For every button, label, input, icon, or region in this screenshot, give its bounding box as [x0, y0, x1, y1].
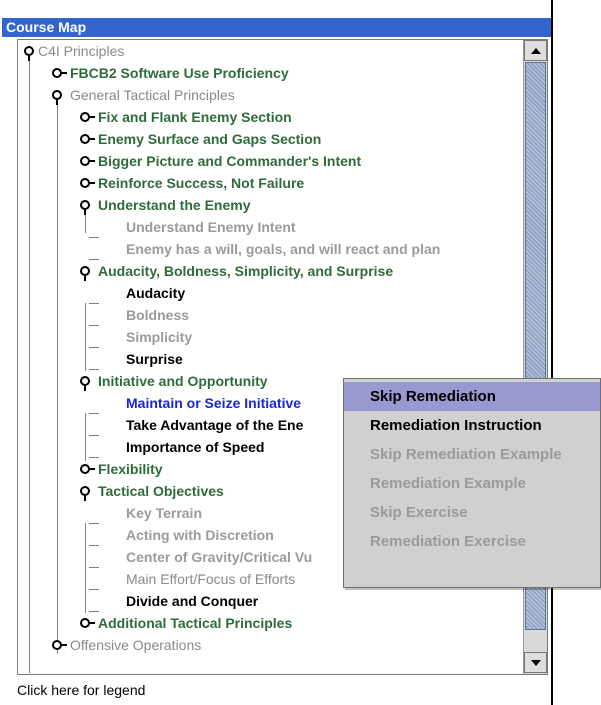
- tree-node-general-tactical[interactable]: General Tactical Principles: [70, 84, 235, 106]
- tree-connector: [85, 523, 86, 613]
- tree-leaf[interactable]: Importance of Speed: [126, 436, 264, 458]
- tree-connector: [29, 61, 30, 673]
- tree-node-additional[interactable]: Additional Tactical Principles: [98, 612, 292, 634]
- tree-leaf[interactable]: Surprise: [126, 348, 183, 370]
- tree-node-understand-enemy[interactable]: Understand the Enemy: [98, 194, 250, 216]
- tree-connector: [89, 589, 99, 590]
- expand-toggle-icon[interactable]: [80, 156, 95, 166]
- tree-leaf[interactable]: Main Effort/Focus of Efforts: [126, 568, 295, 590]
- tree-connector: [85, 303, 86, 371]
- collapse-toggle-icon[interactable]: [80, 486, 90, 501]
- tree-connector: [57, 105, 58, 653]
- menu-item-remediation-exercise: Remediation Exercise: [370, 533, 526, 550]
- tree-node-initiative[interactable]: Initiative and Opportunity: [98, 370, 268, 392]
- menu-item-skip-remediation[interactable]: Skip Remediation: [344, 382, 600, 411]
- tree-node-offensive[interactable]: Offensive Operations: [70, 634, 201, 656]
- expand-toggle-icon[interactable]: [80, 618, 95, 628]
- scroll-up-button[interactable]: [524, 40, 547, 61]
- tree-leaf[interactable]: Divide and Conquer: [126, 590, 258, 612]
- legend-link[interactable]: Click here for legend: [17, 680, 145, 700]
- expand-toggle-icon[interactable]: [80, 112, 95, 122]
- tree-connector: [85, 413, 86, 461]
- tree-connector: [89, 237, 99, 238]
- tree-leaf[interactable]: Understand Enemy Intent: [126, 216, 296, 238]
- collapse-toggle-icon[interactable]: [52, 90, 62, 105]
- tree-connector: [89, 523, 99, 524]
- tree-node-bigger-picture[interactable]: Bigger Picture and Commander's Intent: [98, 150, 361, 172]
- tree-leaf[interactable]: Center of Gravity/Critical Vu: [126, 546, 312, 568]
- tree-connector: [89, 325, 99, 326]
- tree-node-fbcb2[interactable]: FBCB2 Software Use Proficiency: [70, 62, 289, 84]
- panel-title: Course Map: [2, 18, 551, 37]
- tree-node-root[interactable]: C4I Principles: [38, 40, 124, 62]
- menu-item-remediation-example: Remediation Example: [370, 475, 526, 492]
- tree-node-audacity-group[interactable]: Audacity, Boldness, Simplicity, and Surp…: [98, 260, 393, 282]
- tree-leaf[interactable]: Boldness: [126, 304, 189, 326]
- tree-connector: [85, 215, 86, 233]
- tree-leaf[interactable]: Take Advantage of the Ene: [126, 414, 303, 436]
- collapse-toggle-icon[interactable]: [80, 200, 90, 215]
- tree-connector: [89, 347, 99, 348]
- tree-leaf[interactable]: Simplicity: [126, 326, 192, 348]
- tree-node-tactical-objectives[interactable]: Tactical Objectives: [98, 480, 224, 502]
- tree-leaf[interactable]: Audacity: [126, 282, 185, 304]
- collapse-toggle-icon[interactable]: [80, 266, 90, 281]
- expand-toggle-icon[interactable]: [80, 178, 95, 188]
- tree-node-fix-flank[interactable]: Fix and Flank Enemy Section: [98, 106, 292, 128]
- arrow-down-icon: [531, 660, 541, 666]
- tree-leaf[interactable]: Key Terrain: [126, 502, 202, 524]
- menu-item-skip-remediation-example: Skip Remediation Example: [370, 446, 562, 463]
- tree-connector: [89, 303, 99, 304]
- expand-toggle-icon[interactable]: [80, 134, 95, 144]
- tree-connector: [89, 413, 99, 414]
- tree-connector: [89, 567, 99, 568]
- tree-leaf[interactable]: Acting with Discretion: [126, 524, 274, 546]
- collapse-toggle-icon[interactable]: [80, 376, 90, 391]
- tree-connector: [89, 435, 99, 436]
- expand-toggle-icon[interactable]: [52, 640, 67, 650]
- tree-node-reinforce[interactable]: Reinforce Success, Not Failure: [98, 172, 304, 194]
- tree-node-flexibility[interactable]: Flexibility: [98, 458, 163, 480]
- tree-leaf[interactable]: Enemy has a will, goals, and will react …: [126, 238, 440, 260]
- tree-connector: [89, 545, 99, 546]
- scroll-down-button[interactable]: [524, 652, 547, 673]
- context-menu: Skip Remediation Remediation Instruction…: [343, 378, 601, 588]
- menu-item-remediation-instruction[interactable]: Remediation Instruction: [344, 411, 600, 440]
- tree-node-surface-gaps[interactable]: Enemy Surface and Gaps Section: [98, 128, 321, 150]
- course-map-panel: Course Map C4I Principles FBCB2 Software…: [0, 0, 553, 705]
- expand-toggle-icon[interactable]: [80, 464, 95, 474]
- menu-item-skip-exercise: Skip Exercise: [370, 504, 468, 521]
- expand-toggle-icon[interactable]: [52, 68, 67, 78]
- collapse-toggle-icon[interactable]: [24, 46, 34, 61]
- arrow-up-icon: [531, 48, 541, 54]
- tree-leaf-selected[interactable]: Maintain or Seize Initiative: [126, 392, 301, 414]
